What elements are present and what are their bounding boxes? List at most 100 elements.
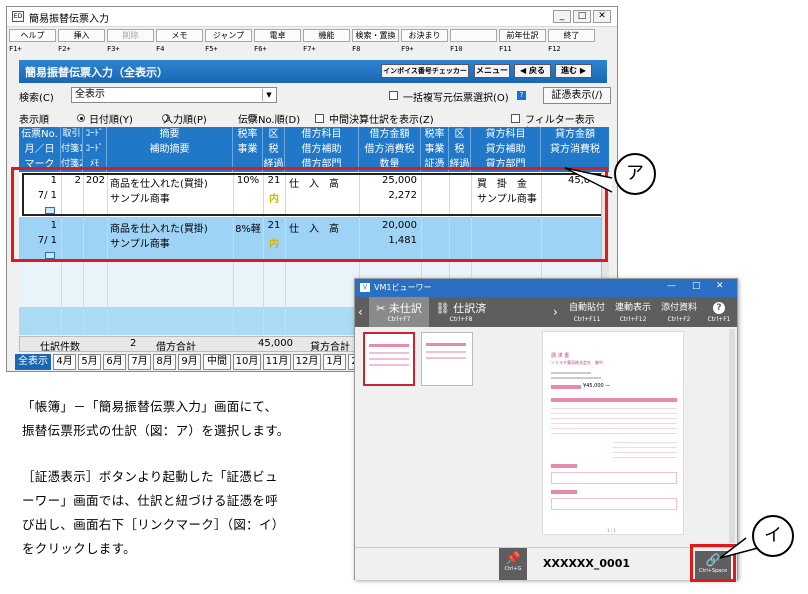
chevron-left-icon[interactable]: ‹ <box>358 305 363 319</box>
debit-total-value: 45,000 <box>258 338 293 349</box>
auto-attach-button[interactable]: 自動貼付 Ctrl+F11 <box>565 297 609 327</box>
tab-month[interactable]: 6月 <box>103 354 126 370</box>
col-header-debit-account: 借方科目 借方補助 借方部門 <box>285 127 359 172</box>
title-bar[interactable]: ED 簡易振替伝票入力 _ □ ✕ <box>7 7 617 27</box>
bulk-copy-checkbox[interactable] <box>389 91 398 100</box>
col-header-debit-amount: 借方金額 借方消費税 数量 <box>359 127 421 172</box>
viewer-maximize-button[interactable]: □ <box>692 281 701 291</box>
col-header-tax-class: 区税経過 <box>263 127 285 172</box>
function-key-bar: ヘルプ 挿入 削除 メモ ジャンプ 電卓 機能 検索・置換 お決まり 前年仕訳 … <box>9 29 615 59</box>
document-preview[interactable]: 請 求 書 ソリマチ薬局株式会社 御中 ¥45,000 — 1 / 1 <box>542 331 684 535</box>
help-icon[interactable]: ? <box>517 91 526 100</box>
jump-button[interactable]: ジャンプ <box>205 29 252 42</box>
thumbnail-selected[interactable] <box>363 332 415 386</box>
viewer-close-button[interactable]: ✕ <box>716 281 724 291</box>
tab-month[interactable]: 8月 <box>153 354 176 370</box>
insert-button[interactable]: 挿入 <box>58 29 105 42</box>
tab-all[interactable]: 全表示 <box>15 354 51 370</box>
viewer-help-button[interactable]: ? Ctrl+F1 <box>703 297 735 327</box>
unlink-icon: ✂ <box>376 302 386 315</box>
fkey-label: F4 <box>156 45 165 53</box>
tab-label: ⛓ 仕訳済 <box>435 302 487 315</box>
exit-button[interactable]: 終了 <box>548 29 595 42</box>
description-line: 振替伝票形式の仕訳（図：ア）を選択します。 <box>22 423 290 438</box>
tab-month[interactable]: 9月 <box>178 354 201 370</box>
tab-month[interactable]: 4月 <box>53 354 76 370</box>
doc-page: 1 / 1 <box>607 528 616 533</box>
memo-button[interactable]: メモ <box>156 29 203 42</box>
viewer-title-bar[interactable]: V VM1ビューワー — □ ✕ <box>355 279 737 297</box>
back-button[interactable]: ◀ 戻る <box>514 64 551 78</box>
tab-month[interactable]: 7月 <box>128 354 151 370</box>
viewer-title: VM1ビューワー <box>374 283 432 292</box>
viewer-scrollbar[interactable] <box>729 329 735 543</box>
tab-month[interactable]: 1月 <box>323 354 346 370</box>
tab-shortcut: Ctrl+F8 <box>449 316 473 323</box>
delete-button[interactable]: 削除 <box>107 29 154 42</box>
col-header-credit-tax-class: 区税経過 <box>449 127 471 172</box>
description-line: 「帳簿」－「簡易振替伝票入力」画面にて、 <box>22 399 278 414</box>
col-header-slip: 伝票No. 月／日 マーク <box>19 127 61 172</box>
tab-label: ✂ 未仕訳 <box>376 302 422 315</box>
interim-checkbox[interactable] <box>315 114 324 123</box>
doc-client: ソリマチ薬局株式会社 御中 <box>551 360 603 365</box>
attachment-button[interactable]: 添付資料 Ctrl+F2 <box>657 297 701 327</box>
thumbnail[interactable] <box>421 332 473 386</box>
chevron-right-icon[interactable]: › <box>553 305 558 319</box>
close-button[interactable]: ✕ <box>593 10 611 23</box>
fkey-label: F1+ <box>9 45 22 53</box>
tab-journalized[interactable]: ⛓ 仕訳済 Ctrl+F8 <box>431 297 491 327</box>
f10-button[interactable] <box>450 29 497 42</box>
screen-title: 簡易振替伝票入力（全表示） <box>25 66 168 79</box>
filter-checkbox[interactable] <box>511 114 520 123</box>
description-line: をクリックします。 <box>22 541 136 556</box>
evidence-display-button[interactable]: 証憑表示(/) <box>543 87 611 104</box>
tab-month[interactable]: 5月 <box>78 354 101 370</box>
fkey-label: F8 <box>352 45 361 53</box>
menu-button[interactable]: メニュー <box>474 64 510 78</box>
fkey-label: F9+ <box>401 45 414 53</box>
search-row: 検索(C) 全表示 ▼ 一括複写元伝票選択(O) ? 証憑表示(/) <box>19 87 611 107</box>
linked-display-button[interactable]: 連動表示 Ctrl+F12 <box>611 297 655 327</box>
fkey-label: F11 <box>499 45 512 53</box>
selected-entry-highlight <box>11 167 608 262</box>
maximize-button[interactable]: □ <box>573 10 591 23</box>
viewer-minimize-button[interactable]: — <box>667 281 676 291</box>
tab-interim[interactable]: 中間 <box>203 354 231 370</box>
tab-month[interactable]: 11月 <box>263 354 291 370</box>
col-header-code: ｺｰﾄﾞ ｺｰﾄﾞ ﾒﾓ <box>83 127 107 172</box>
tab-unjournalized[interactable]: ✂ 未仕訳 Ctrl+F7 <box>369 297 429 327</box>
prev-year-button[interactable]: 前年仕訳 <box>499 29 546 42</box>
interim-label: 中間決算仕訳を表示(Z) <box>329 115 434 126</box>
search-select[interactable]: 全表示 ▼ <box>71 87 277 103</box>
col-header-credit-tax-rate: 税率 事業 証憑 <box>421 127 449 172</box>
screen-header: 簡易振替伝票入力（全表示） インボイス番号チェッカー メニュー ◀ 戻る 進む … <box>19 60 607 83</box>
count-value: 2 <box>130 338 137 349</box>
credit-total-label: 貸方合計 <box>310 342 350 353</box>
search-label: 検索(C) <box>19 93 54 104</box>
forward-button[interactable]: 進む ▶ <box>555 64 592 78</box>
callout-a: ア <box>614 153 656 195</box>
tab-month[interactable]: 12月 <box>293 354 321 370</box>
chevron-down-icon[interactable]: ▼ <box>262 89 275 101</box>
viewer-app-icon: V <box>360 283 370 292</box>
template-button[interactable]: お決まり <box>401 29 448 42</box>
evidence-viewer-window: V VM1ビューワー — □ ✕ ‹ ✂ 未仕訳 Ctrl+F7 ⛓ 仕訳済 C… <box>354 278 738 580</box>
calculator-button[interactable]: 電卓 <box>254 29 301 42</box>
minimize-button[interactable]: _ <box>553 10 571 23</box>
order-date-label: 日付順(Y) <box>89 115 133 126</box>
help-button[interactable]: ヘルプ <box>9 29 56 42</box>
description-line: ーワー」画面では、仕訳と紐づける証憑を呼 <box>22 493 279 508</box>
fkey-label: F7+ <box>303 45 316 53</box>
count-label: 仕訳件数 <box>40 342 80 353</box>
evidence-file-name: XXXXXX_0001 <box>543 557 631 570</box>
search-replace-button[interactable]: 検索・置換 <box>352 29 399 42</box>
pin-button[interactable]: 📌 Ctrl+G <box>499 548 527 580</box>
tab-month[interactable]: 10月 <box>233 354 261 370</box>
search-value: 全表示 <box>75 89 105 100</box>
order-date-radio[interactable] <box>77 114 85 122</box>
invoice-checker-button[interactable]: インボイス番号チェッカー <box>381 64 469 78</box>
function-button[interactable]: 機能 <box>303 29 350 42</box>
help-icon: ? <box>703 300 735 314</box>
window-title: 簡易振替伝票入力 <box>29 14 109 25</box>
